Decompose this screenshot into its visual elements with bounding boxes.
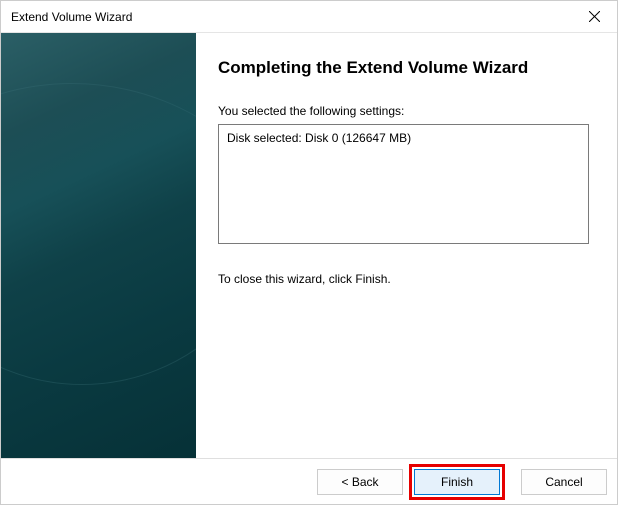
wizard-main-panel: Completing the Extend Volume Wizard You … xyxy=(196,33,617,458)
cancel-button[interactable]: Cancel xyxy=(521,469,607,495)
settings-label: You selected the following settings: xyxy=(218,104,589,118)
settings-line: Disk selected: Disk 0 (126647 MB) xyxy=(227,131,580,145)
instruction-text: To close this wizard, click Finish. xyxy=(218,272,589,286)
button-bar: < Back Finish Cancel xyxy=(1,458,617,504)
settings-summary-box: Disk selected: Disk 0 (126647 MB) xyxy=(218,124,589,244)
finish-highlight: Finish xyxy=(409,464,505,500)
back-button[interactable]: < Back xyxy=(317,469,403,495)
finish-button[interactable]: Finish xyxy=(414,469,500,495)
window-title: Extend Volume Wizard xyxy=(11,10,132,24)
close-icon xyxy=(589,11,600,22)
content-area: Completing the Extend Volume Wizard You … xyxy=(1,33,617,458)
titlebar: Extend Volume Wizard xyxy=(1,1,617,33)
wizard-sidebar-graphic xyxy=(1,33,196,458)
close-button[interactable] xyxy=(571,1,617,33)
wizard-heading: Completing the Extend Volume Wizard xyxy=(218,57,589,80)
